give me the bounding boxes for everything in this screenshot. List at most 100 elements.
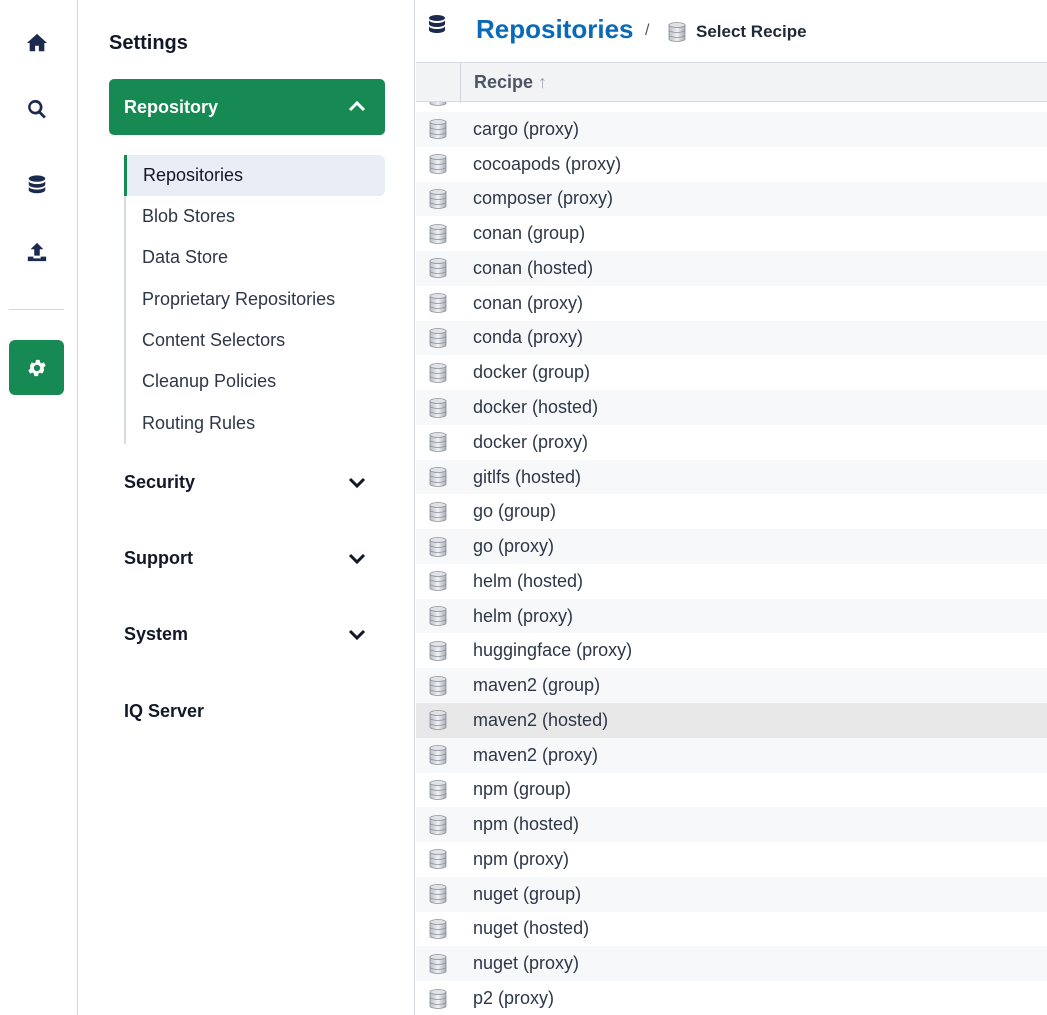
chevron-down-icon <box>348 477 366 489</box>
chevron-down-icon <box>348 629 366 641</box>
repository-icon <box>429 189 447 209</box>
recipe-label: conda (proxy) <box>473 327 584 348</box>
search-icon[interactable] <box>9 81 64 136</box>
sidebar-item-label: Repositories <box>143 165 244 185</box>
nav-group-support[interactable]: Support <box>109 538 385 578</box>
nav-group-repository[interactable]: Repository <box>109 79 385 135</box>
sidebar-item-routing-rules[interactable]: Routing Rules <box>126 402 385 443</box>
table-row[interactable]: maven2 (group) <box>416 668 1047 704</box>
recipe-label: docker (group) <box>473 362 591 383</box>
recipe-label: conan (proxy) <box>473 292 584 313</box>
settings-sidebar: Settings Repository Repositories Blob St… <box>79 0 415 1015</box>
recipe-label: npm (hosted) <box>473 814 580 835</box>
table-row[interactable]: cocoapods (proxy) <box>416 147 1047 182</box>
table-row[interactable]: composer (proxy) <box>416 181 1047 217</box>
sidebar-item-label: Content Selectors <box>142 330 286 351</box>
table-row[interactable]: conan (group) <box>416 216 1047 251</box>
table-row[interactable]: p2 (proxy) <box>416 981 1047 1015</box>
recipe-label: npm (group) <box>473 779 572 800</box>
table-row[interactable]: nuget (hosted) <box>416 912 1047 947</box>
sidebar-item-label: Data Store <box>142 247 229 268</box>
repository-subnav: Repositories Blob Stores Data Store Prop… <box>124 155 385 444</box>
breadcrumb-current: Select Recipe <box>696 22 807 41</box>
recipe-label: conan (hosted) <box>473 257 594 278</box>
repository-icon <box>429 432 447 453</box>
breadcrumb-repositories-link[interactable]: Repositories <box>476 14 634 45</box>
nav-group-security[interactable]: Security <box>109 462 385 502</box>
table-row[interactable]: go (proxy) <box>416 529 1047 564</box>
recipe-label: cocoapods (proxy) <box>473 153 622 174</box>
table-row[interactable]: maven2 (proxy) <box>416 737 1047 773</box>
repository-icon <box>429 953 447 974</box>
table-row[interactable]: npm (hosted) <box>416 807 1047 843</box>
sidebar-item-label: Proprietary Repositories <box>142 288 336 309</box>
sidebar-item-cleanup-policies[interactable]: Cleanup Policies <box>126 361 385 402</box>
table-row[interactable]: docker (proxy) <box>416 425 1047 460</box>
recipe-label: p2 (proxy) <box>473 988 555 1009</box>
recipe-label: nuget (group) <box>473 883 582 904</box>
sidebar-item-blob-stores[interactable]: Blob Stores <box>126 196 385 237</box>
table-row[interactable]: nuget (group) <box>416 876 1047 912</box>
repository-icon <box>429 814 447 835</box>
repository-icon <box>429 362 447 383</box>
recipe-label: gitlfs (hosted) <box>473 466 582 487</box>
recipe-label: huggingface (proxy) <box>473 640 633 661</box>
recipe-label: docker (proxy) <box>473 431 589 452</box>
sidebar-item-proprietary-repositories[interactable]: Proprietary Repositories <box>126 279 385 320</box>
repository-icon <box>429 849 447 870</box>
repository-icon <box>429 919 447 939</box>
sidebar-item-content-selectors[interactable]: Content Selectors <box>126 320 385 361</box>
repository-icon <box>429 154 447 175</box>
column-header-label: Recipe <box>474 72 534 92</box>
table-row[interactable]: gitlfs (hosted) <box>416 459 1047 495</box>
breadcrumb-separator: / <box>645 22 650 39</box>
recipe-label: conan (group) <box>473 223 586 244</box>
repository-icon <box>429 710 447 731</box>
table-row[interactable]: conan (proxy) <box>416 286 1047 321</box>
recipe-label: composer (proxy) <box>473 188 614 209</box>
table-row[interactable]: helm (hosted) <box>416 564 1047 599</box>
table-row[interactable]: go (group) <box>416 494 1047 529</box>
table-row[interactable]: huggingface (proxy) <box>416 633 1047 668</box>
table-row[interactable]: npm (group) <box>416 773 1047 808</box>
table-row[interactable]: docker (hosted) <box>416 390 1047 425</box>
repository-icon <box>668 22 686 47</box>
rail-divider <box>9 309 64 310</box>
table-row[interactable]: cargo (proxy) <box>416 112 1047 147</box>
chevron-up-icon <box>348 100 366 112</box>
table-row[interactable]: conan (hosted) <box>416 251 1047 286</box>
column-header-recipe[interactable]: Recipe ↑ <box>474 72 547 93</box>
recipe-list: cargo (proxy) cocoapods (proxy) composer (… <box>416 79 1047 1015</box>
gear-icon[interactable] <box>9 340 64 395</box>
recipe-label: maven2 (proxy) <box>473 744 599 765</box>
table-row[interactable]: npm (proxy) <box>416 842 1047 877</box>
header-spacer <box>416 63 461 103</box>
recipe-label: cargo (proxy) <box>473 118 580 139</box>
recipe-label: maven2 (group) <box>473 675 601 696</box>
table-row[interactable]: nuget (proxy) <box>416 946 1047 982</box>
table-row[interactable]: maven2 (hosted) <box>416 703 1047 738</box>
table-header: Recipe ↑ <box>416 62 1047 103</box>
repository-icon <box>429 119 447 140</box>
nav-item-iq-server[interactable]: IQ Server <box>109 691 385 731</box>
sort-ascending-icon: ↑ <box>538 72 548 92</box>
recipe-label: nuget (hosted) <box>473 918 590 939</box>
table-row[interactable]: docker (group) <box>416 355 1047 390</box>
repository-icon <box>429 884 447 905</box>
repository-icon <box>429 258 447 279</box>
database-icon[interactable] <box>9 157 64 212</box>
table-row[interactable]: helm (proxy) <box>416 598 1047 634</box>
recipe-label: helm (hosted) <box>473 570 584 591</box>
sidebar-item-repositories[interactable]: Repositories <box>124 155 385 196</box>
sidebar-item-data-store[interactable]: Data Store <box>126 237 385 278</box>
repository-icon <box>429 501 447 522</box>
nav-group-system[interactable]: System <box>109 614 385 654</box>
recipe-label: nuget (proxy) <box>473 953 580 974</box>
upload-icon[interactable] <box>9 224 64 279</box>
table-row[interactable]: conda (proxy) <box>416 320 1047 356</box>
sidebar-item-label: Routing Rules <box>142 412 256 433</box>
repository-icon <box>429 640 447 661</box>
repository-icon <box>429 606 447 626</box>
home-icon[interactable] <box>9 15 64 70</box>
icon-rail <box>0 0 78 1015</box>
